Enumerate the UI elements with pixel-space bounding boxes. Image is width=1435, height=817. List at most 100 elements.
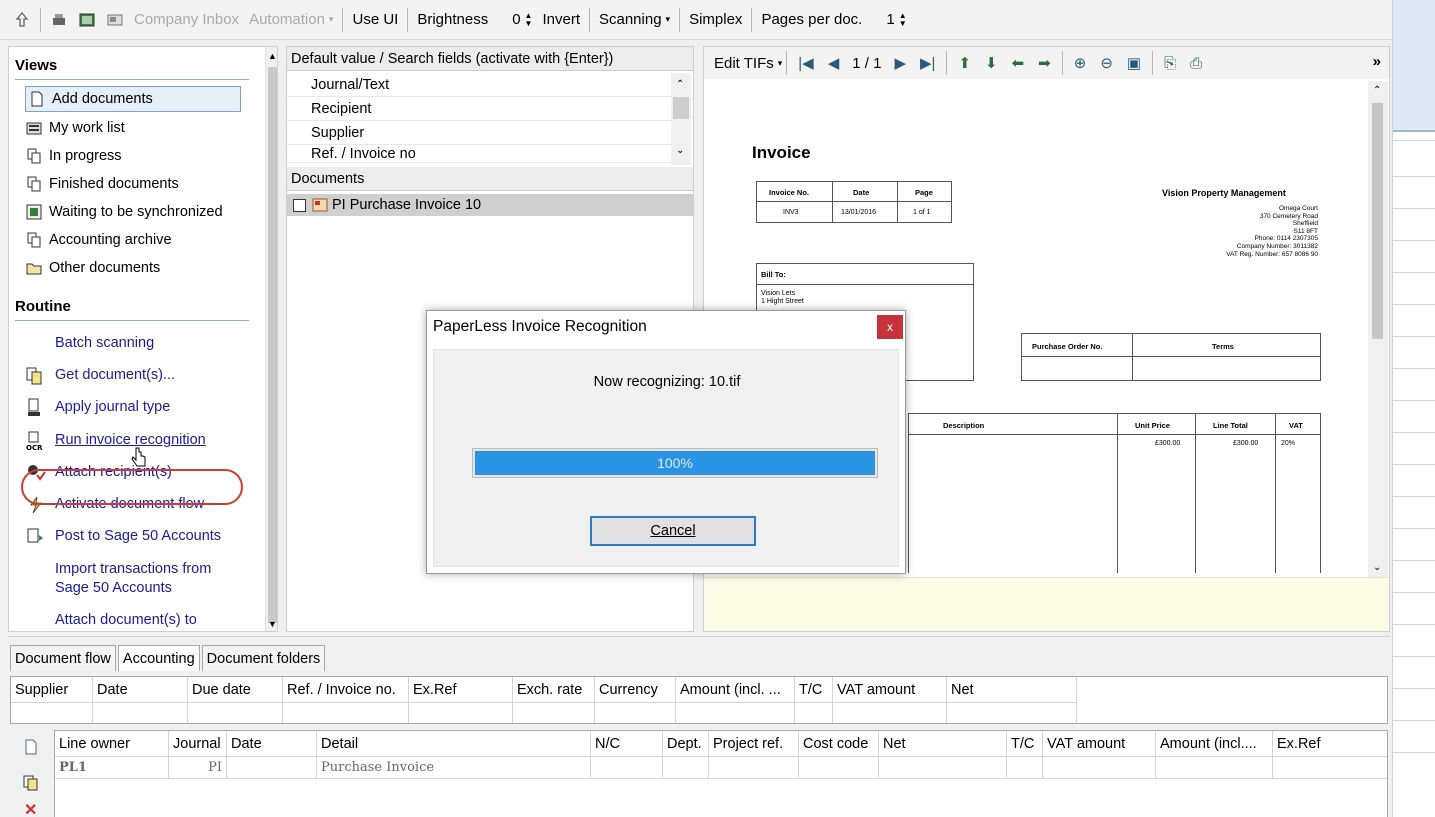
col-nc[interactable]: N/C bbox=[591, 731, 663, 756]
scroll-down-icon[interactable]: ⌄ bbox=[676, 145, 684, 156]
tab-document-flow[interactable]: Document flow bbox=[10, 645, 116, 671]
routine-batch-scanning[interactable]: Batch scanning bbox=[55, 334, 154, 353]
cell-vat-amount[interactable] bbox=[1043, 757, 1156, 778]
grid-cell[interactable] bbox=[409, 703, 513, 723]
view-in-progress[interactable]: In progress bbox=[25, 143, 122, 169]
col-net[interactable]: Net bbox=[947, 677, 1077, 702]
search-fields-scrollbar[interactable]: ⌃ ⌄ bbox=[671, 73, 691, 165]
table-row[interactable]: PL1 PI Purchase Invoice bbox=[55, 757, 1387, 779]
tab-document-folders[interactable]: Document folders bbox=[201, 645, 326, 671]
delete-line-icon[interactable]: ✕ bbox=[24, 803, 37, 817]
grid-cell[interactable] bbox=[93, 703, 188, 723]
routine-get-documents[interactable]: Get document(s)... bbox=[25, 366, 175, 386]
cell-ex-ref[interactable] bbox=[1273, 757, 1387, 778]
cell-project-ref[interactable] bbox=[709, 757, 799, 778]
scrollbar-thumb[interactable] bbox=[268, 67, 277, 623]
zoom-out-icon[interactable]: ⊖ bbox=[1100, 54, 1113, 72]
cell-cost-code[interactable] bbox=[799, 757, 879, 778]
cancel-button[interactable]: Cancel bbox=[590, 516, 756, 546]
print-icon[interactable] bbox=[45, 5, 73, 35]
cell-detail[interactable]: Purchase Invoice bbox=[317, 757, 591, 778]
col-ex-ref[interactable]: Ex.Ref bbox=[1273, 731, 1387, 756]
move-left-icon[interactable]: ⬅ bbox=[1012, 54, 1025, 72]
scroll-down-icon[interactable]: ▼ bbox=[268, 619, 277, 629]
col-project-ref[interactable]: Project ref. bbox=[709, 731, 799, 756]
refresh-icon[interactable] bbox=[8, 5, 36, 35]
cell-tc[interactable] bbox=[1007, 757, 1043, 778]
move-right-icon[interactable]: ➡ bbox=[1038, 54, 1051, 72]
field-ref-invoice-no[interactable]: Ref. / Invoice no bbox=[287, 145, 671, 163]
col-line-owner[interactable]: Line owner bbox=[55, 731, 169, 756]
scanning-menu[interactable]: Scanning ▾ bbox=[594, 5, 675, 35]
routine-post-to-sage[interactable]: Post to Sage 50 Accounts bbox=[25, 527, 221, 547]
view-add-documents[interactable]: Add documents bbox=[25, 86, 241, 112]
edit-tifs-menu[interactable]: Edit TIFs ▾ bbox=[714, 55, 782, 72]
col-amount-incl[interactable]: Amount (incl.... bbox=[1156, 731, 1273, 756]
col-amount[interactable]: Amount (incl. ... bbox=[676, 677, 795, 702]
grid-cell[interactable] bbox=[595, 703, 676, 723]
col-exch-rate[interactable]: Exch. rate bbox=[513, 677, 595, 702]
grid-data-row[interactable] bbox=[11, 703, 1077, 723]
col-date[interactable]: Date bbox=[227, 731, 317, 756]
grid-cell[interactable] bbox=[795, 703, 833, 723]
col-ref-invoice[interactable]: Ref. / Invoice no. bbox=[283, 677, 409, 702]
last-page-icon[interactable]: ▶| bbox=[920, 54, 935, 72]
grid-cell[interactable] bbox=[676, 703, 795, 723]
move-down-icon[interactable]: ⬇ bbox=[985, 54, 998, 72]
cell-journal[interactable]: PI bbox=[169, 757, 227, 778]
scrollbar-thumb[interactable] bbox=[1372, 103, 1383, 339]
col-supplier[interactable]: Supplier bbox=[11, 677, 93, 702]
company-inbox-button[interactable]: Company Inbox bbox=[129, 5, 244, 35]
view-waiting-sync[interactable]: Waiting to be synchronized bbox=[25, 199, 223, 225]
zoom-in-icon[interactable]: ⊕ bbox=[1074, 54, 1087, 72]
grid-cell[interactable] bbox=[11, 703, 93, 723]
scanner-icon[interactable] bbox=[73, 5, 101, 35]
automation-menu[interactable]: Automation ▾ bbox=[244, 5, 338, 35]
fit-page-icon[interactable]: ▣ bbox=[1127, 54, 1141, 72]
move-up-icon[interactable]: ⬆ bbox=[958, 54, 971, 72]
view-other-documents[interactable]: Other documents bbox=[25, 255, 160, 281]
col-due-date[interactable]: Due date bbox=[188, 677, 283, 702]
col-currency[interactable]: Currency bbox=[595, 677, 676, 702]
new-line-icon[interactable] bbox=[22, 738, 40, 756]
grid-cell[interactable] bbox=[947, 703, 1077, 723]
grid-cell[interactable] bbox=[833, 703, 947, 723]
prev-page-icon[interactable]: ◀ bbox=[828, 54, 840, 72]
scroll-up-icon[interactable]: ⌃ bbox=[676, 79, 684, 90]
document-row[interactable]: PI Purchase Invoice 10 bbox=[287, 194, 693, 216]
use-ui-button[interactable]: Use UI bbox=[347, 5, 403, 35]
viewer-notes-area[interactable] bbox=[704, 577, 1389, 631]
scrollbar-thumb[interactable] bbox=[673, 97, 689, 119]
col-vat-amount[interactable]: VAT amount bbox=[1043, 731, 1156, 756]
cell-dept[interactable] bbox=[663, 757, 709, 778]
field-recipient[interactable]: Recipient bbox=[287, 97, 671, 121]
view-my-work-list[interactable]: My work list bbox=[25, 115, 125, 141]
navigation-scrollbar[interactable]: ▲ ▼ bbox=[265, 47, 277, 631]
brightness-stepper[interactable]: 0 ▲ ▼ bbox=[507, 5, 537, 35]
simplex-button[interactable]: Simplex bbox=[684, 5, 747, 35]
spin-arrows-icon[interactable]: ▲ ▼ bbox=[899, 11, 907, 28]
spin-arrows-icon[interactable]: ▲ ▼ bbox=[525, 11, 533, 28]
rotate-icon[interactable]: ⎘ bbox=[1164, 55, 1176, 72]
invert-button[interactable]: Invert bbox=[537, 5, 585, 35]
col-detail[interactable]: Detail bbox=[317, 731, 591, 756]
col-cost-code[interactable]: Cost code bbox=[799, 731, 879, 756]
next-page-icon[interactable]: ▶ bbox=[894, 54, 906, 72]
col-vat-amount[interactable]: VAT amount bbox=[833, 677, 947, 702]
field-supplier[interactable]: Supplier bbox=[287, 121, 671, 145]
viewer-scrollbar[interactable]: ⌃ ⌄ bbox=[1368, 81, 1388, 577]
export-icon[interactable]: ⎙ bbox=[1190, 55, 1202, 72]
field-journal-text[interactable]: Journal/Text bbox=[287, 73, 671, 97]
close-icon[interactable]: x bbox=[877, 315, 903, 339]
routine-attach-documents-to[interactable]: Attach document(s) to bbox=[55, 611, 197, 630]
routine-run-invoice-recognition[interactable]: OCR Run invoice recognition bbox=[25, 431, 206, 451]
cell-date[interactable] bbox=[227, 757, 317, 778]
cell-amount-incl[interactable] bbox=[1156, 757, 1273, 778]
more-icon[interactable]: » bbox=[1373, 53, 1381, 70]
grid-cell[interactable] bbox=[188, 703, 283, 723]
scroll-up-icon[interactable]: ▲ bbox=[268, 51, 277, 61]
cell-nc[interactable] bbox=[591, 757, 663, 778]
grid-cell[interactable] bbox=[283, 703, 409, 723]
view-accounting-archive[interactable]: Accounting archive bbox=[25, 227, 172, 253]
cell-net[interactable] bbox=[879, 757, 1007, 778]
